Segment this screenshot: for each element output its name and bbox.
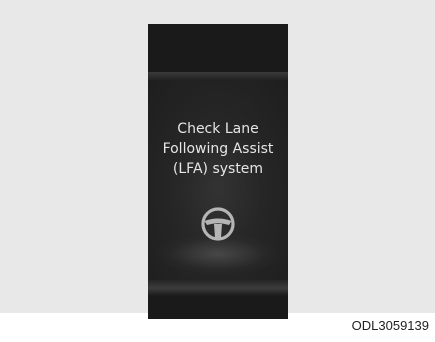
warning-message-line-2: Following Assist bbox=[162, 141, 274, 157]
display-bottom-band bbox=[148, 280, 288, 296]
display-top-band bbox=[148, 72, 288, 80]
warning-message-line-1: Check Lane bbox=[177, 121, 259, 137]
steering-wheel-icon bbox=[201, 207, 235, 241]
warning-message-line-3: (LFA) system bbox=[172, 161, 264, 177]
warning-message: Check Lane Following Assist (LFA) system bbox=[148, 119, 288, 179]
cluster-display: Check Lane Following Assist (LFA) system bbox=[148, 24, 288, 319]
figure-code: ODL3059139 bbox=[351, 318, 429, 333]
